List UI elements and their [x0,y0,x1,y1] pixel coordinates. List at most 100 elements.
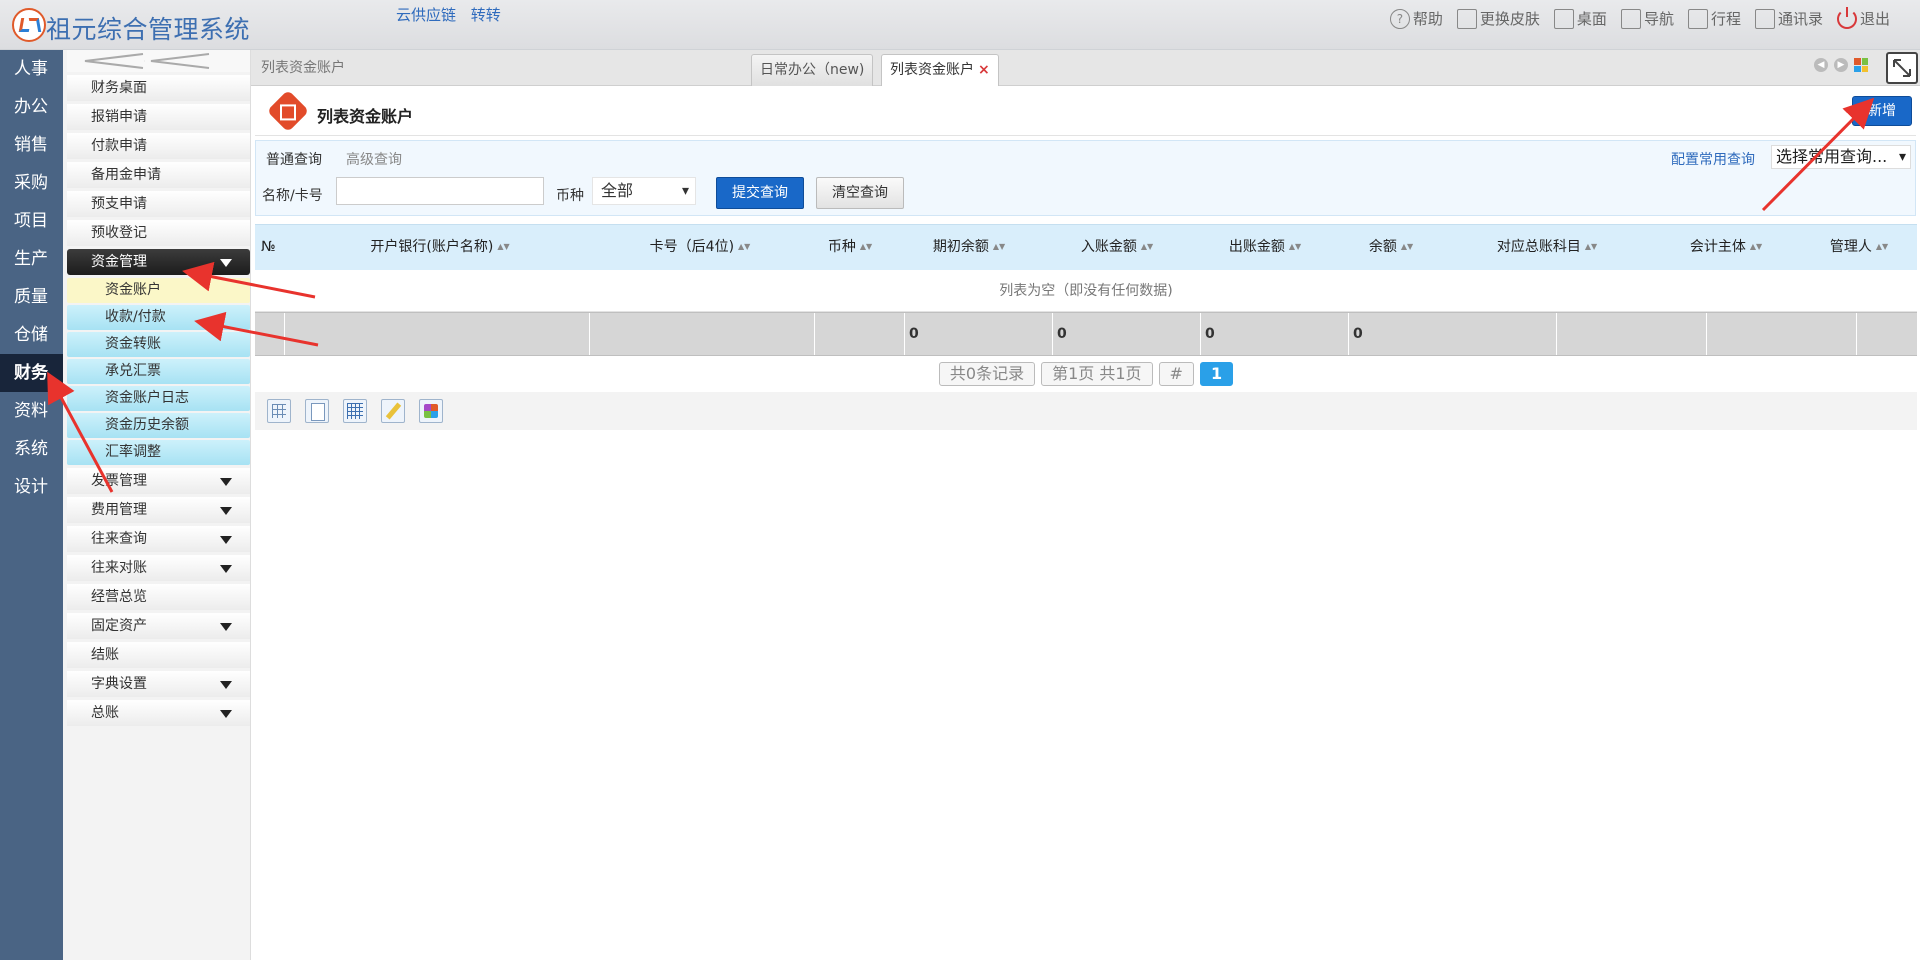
tab-advanced-query[interactable]: 高级查询 [346,149,402,169]
power-icon [1836,6,1857,29]
app-title: 祖元综合管理系统 [46,15,251,44]
column-header-gl-account[interactable]: 对应总账科目 ▲▼ [1443,225,1651,270]
close-icon[interactable]: × [978,62,990,78]
page-title: 列表资金账户 [317,107,414,126]
next-tab-icon[interactable]: ▶ [1834,58,1848,72]
submenu-group-ledger-query[interactable]: 往来查询 [67,526,250,552]
contacts-button[interactable]: 通讯录 [1754,8,1823,29]
summary-cell-inflow: 0 [1053,313,1201,355]
submenu-item-finance-desktop[interactable]: 财务桌面 [67,75,250,101]
rail-item-data[interactable]: 资料 [0,392,63,430]
table-icon[interactable] [343,399,367,423]
configure-saved-query-link[interactable]: 配置常用查询 [1671,149,1755,169]
column-header-manager[interactable]: 管理人 ▲▼ [1801,225,1917,270]
submenu-group-expense[interactable]: 费用管理 [67,497,250,523]
rail-item-quality[interactable]: 质量 [0,278,63,316]
grid-view-icon[interactable] [267,399,291,423]
edit-icon[interactable] [381,399,405,423]
pager-jump-button[interactable]: # [1158,362,1194,386]
sort-icon: ▲▼ [1584,242,1598,251]
rail-item-warehouse[interactable]: 仓储 [0,316,63,354]
add-button[interactable]: 新增 [1852,96,1912,126]
currency-select[interactable]: 全部 [592,177,696,205]
rail-item-project[interactable]: 项目 [0,202,63,240]
breadcrumb: 列表资金账户 [261,60,345,76]
logout-button[interactable]: 退出 [1836,6,1890,29]
submenu-item-expense-claim[interactable]: 报销申请 [67,104,250,130]
top-link-zhuanzhuan[interactable]: 转转 [471,6,501,24]
column-header-balance[interactable]: 余额 ▲▼ [1339,225,1443,270]
name-card-input[interactable] [336,177,544,205]
rail-item-hr[interactable]: 人事 [0,50,63,88]
column-header-currency[interactable]: 币种 ▲▼ [805,225,895,270]
schedule-button[interactable]: 行程 [1687,8,1741,29]
submenu-group-fixed-assets[interactable]: 固定资产 [67,613,250,639]
submenu-item-closing[interactable]: 结账 [67,642,250,668]
column-header-card[interactable]: 卡号（后4位) ▲▼ [595,225,805,270]
caret-down-icon [220,259,232,267]
submit-query-button[interactable]: 提交查询 [716,177,804,209]
column-header-outflow[interactable]: 出账金额 ▲▼ [1191,225,1339,270]
prev-tab-icon[interactable]: ◀ [1814,58,1828,72]
submenu-group-dictionary[interactable]: 字典设置 [67,671,250,697]
submenu-sub-acceptance-bill[interactable]: 承兑汇票 [67,359,250,384]
submenu-group-fund-management[interactable]: 资金管理 [67,249,250,275]
saved-query-select[interactable]: 选择常用查询... [1771,145,1911,169]
grid-badge-icon [266,89,310,133]
pager-total: 共0条记录 [938,362,1036,386]
submenu-sub-account-log[interactable]: 资金账户日志 [67,386,250,411]
flow-icon[interactable] [419,399,443,423]
home-icon [1553,8,1574,29]
column-header-bank[interactable]: 开户银行(账户名称) ▲▼ [285,225,595,270]
rail-item-office[interactable]: 办公 [0,88,63,126]
column-header-inflow[interactable]: 入账金额 ▲▼ [1043,225,1191,270]
column-header-entity[interactable]: 会计主体 ▲▼ [1651,225,1801,270]
pager-page-info: 第1页 共1页 [1041,362,1153,386]
tab-fund-account-list[interactable]: 列表资金账户 × [881,54,999,86]
caret-down-icon [220,478,232,486]
submenu-item-advance-receipt[interactable]: 预收登记 [67,220,250,246]
submenu-item-payment-request[interactable]: 付款申请 [67,133,250,159]
collapse-menu-button[interactable] [67,50,250,72]
tab-daily-office[interactable]: 日常办公（new) [751,54,874,86]
desktop-button[interactable]: 桌面 [1553,8,1607,29]
rail-item-purchase[interactable]: 采购 [0,164,63,202]
pager-current-page[interactable]: 1 [1199,362,1234,386]
tab-normal-query[interactable]: 普通查询 [266,149,322,169]
navigation-button[interactable]: 导航 [1620,8,1674,29]
submenu-sub-fund-transfer[interactable]: 资金转账 [67,332,250,357]
shirt-icon [1456,8,1477,29]
submenu-item-advance-request[interactable]: 预支申请 [67,191,250,217]
top-actions: ? 帮助 更换皮肤 桌面 导航 行程 通讯录 退出 [1389,6,1890,29]
submenu-item-overview[interactable]: 经营总览 [67,584,250,610]
fullscreen-button[interactable] [1886,52,1918,84]
rail-item-finance[interactable]: 财务 [0,354,63,392]
query-panel: 普通查询 高级查询 配置常用查询 选择常用查询... 名称/卡号 币种 全部 提… [255,140,1916,216]
rail-item-system[interactable]: 系统 [0,430,63,468]
caret-down-icon [220,565,232,573]
submenu-item-petty-cash[interactable]: 备用金申请 [67,162,250,188]
submenu-panel: 财务桌面 报销申请 付款申请 备用金申请 预支申请 预收登记 资金管理 资金账户… [63,50,250,960]
submenu-sub-history-balance[interactable]: 资金历史余额 [67,413,250,438]
currency-label: 币种 [556,188,584,204]
submenu-sub-fx-adjust[interactable]: 汇率调整 [67,440,250,465]
double-chevron-left-icon-2 [150,53,210,69]
top-link-supply-chain[interactable]: 云供应链 [396,6,456,24]
submenu-group-reconcile[interactable]: 往来对账 [67,555,250,581]
submenu-sub-fund-account[interactable]: 资金账户 [67,278,250,303]
rail-item-design[interactable]: 设计 [0,468,63,506]
submenu-group-invoice[interactable]: 发票管理 [67,468,250,494]
sort-icon: ▲▼ [859,242,873,251]
change-skin-button[interactable]: 更换皮肤 [1456,8,1540,29]
rail-item-production[interactable]: 生产 [0,240,63,278]
column-header-opening-balance[interactable]: 期初余额 ▲▼ [895,225,1043,270]
help-button[interactable]: ? 帮助 [1389,8,1443,29]
submenu-sub-receipt-payment[interactable]: 收款/付款 [67,305,250,330]
tab-list-icon[interactable] [1854,58,1868,72]
rail-item-sales[interactable]: 销售 [0,126,63,164]
submenu-group-general-ledger[interactable]: 总账 [67,700,250,726]
summary-cell [1857,313,1917,355]
document-icon[interactable] [305,399,329,423]
clear-query-button[interactable]: 清空查询 [816,177,904,209]
caret-down-icon [220,536,232,544]
